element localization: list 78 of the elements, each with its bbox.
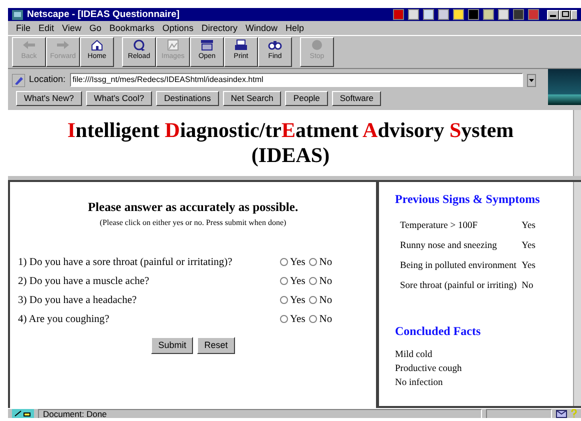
directory-button[interactable]: What's New? — [16, 91, 82, 106]
directory-button[interactable]: What's Cool? — [86, 91, 152, 106]
right-arrow-icon — [55, 39, 71, 52]
reload-icon — [131, 39, 147, 52]
form-heading: Please answer as accurately as possible. — [88, 199, 298, 216]
window-title: Netscape - [IDEAS Questionnaire] — [27, 8, 180, 21]
radio-option[interactable]: No — [309, 252, 332, 272]
page-title: Intelligent Diagnostic/trEatment Advisory System (IDEAS) — [66, 117, 515, 169]
radio-option[interactable]: Yes — [280, 310, 306, 329]
picture-icon — [165, 39, 181, 52]
mail-icon[interactable] — [556, 410, 567, 418]
menu-item[interactable]: Options — [162, 21, 194, 35]
directory-button[interactable]: Destinations — [156, 91, 219, 106]
menu-item[interactable]: Help — [285, 21, 304, 35]
sign-text: Being in polluted environment — [399, 260, 518, 273]
menu-item[interactable]: Go — [89, 21, 102, 35]
section-heading: Concluded Facts — [395, 323, 482, 340]
menu-item[interactable]: File — [16, 21, 31, 35]
question-text: 2) Do you have a muscle ache? — [18, 274, 150, 289]
radio-option[interactable]: Yes — [280, 290, 306, 310]
printer-icon — [233, 39, 249, 52]
section-heading: Previous Signs & Symptoms — [395, 191, 541, 208]
minimize-button[interactable] — [547, 10, 559, 20]
security-key-icon[interactable] — [12, 409, 34, 418]
tray-icon[interactable] — [468, 9, 479, 20]
radio-option[interactable]: No — [309, 290, 332, 310]
directory-button[interactable]: Software — [332, 91, 382, 106]
scrollbar[interactable] — [573, 182, 581, 406]
tray-icon[interactable] — [423, 9, 434, 20]
radio-option[interactable]: No — [309, 310, 332, 329]
instructions-text: (Please click on either yes or no. Press submit when done) — [100, 216, 286, 229]
radio-option[interactable]: Yes — [280, 252, 306, 272]
maximize-button[interactable] — [559, 10, 571, 20]
close-button[interactable] — [571, 10, 577, 20]
fact-text: No infection — [395, 377, 444, 390]
directory-button[interactable]: Net Search — [222, 91, 282, 106]
sign-text: Temperature > 100F — [399, 220, 479, 233]
folder-icon — [199, 39, 215, 52]
answer-text: No — [520, 280, 534, 293]
menu-item[interactable]: Directory — [201, 21, 238, 35]
radio-option[interactable]: Yes — [280, 272, 306, 291]
form-button[interactable]: Submit — [151, 336, 194, 354]
menu-item[interactable]: Bookmarks — [109, 21, 154, 35]
maximize-icon — [562, 10, 568, 17]
tray-icon[interactable] — [498, 9, 509, 20]
answer-text: Yes — [520, 220, 536, 233]
question-text: 4) Are you coughing? — [18, 312, 110, 327]
menu-item[interactable]: View — [62, 21, 82, 35]
app-icon — [12, 10, 23, 20]
tray-icon[interactable] — [453, 9, 464, 20]
location-field[interactable]: file:///Issg_nt/mes/Redecs/IDEAShtml/ideasindex.html — [70, 73, 523, 87]
tray-icon[interactable] — [483, 9, 494, 20]
sign-text: Runny nose and sneezing — [399, 240, 498, 253]
form-button[interactable]: Reset — [197, 336, 235, 354]
tray-icon[interactable] — [408, 9, 419, 20]
question-text: 3) Do you have a headache? — [18, 294, 138, 308]
fact-text: Mild cold — [395, 349, 434, 362]
left-arrow-icon — [21, 39, 37, 52]
sign-text: Sore throat (painful or irriting) — [399, 280, 518, 293]
tray-icon[interactable] — [438, 9, 449, 20]
menu-item[interactable]: Edit — [38, 21, 54, 35]
house-icon — [89, 39, 105, 52]
status-panel — [486, 408, 552, 418]
radio-option[interactable]: No — [309, 272, 332, 291]
logo-icon — [548, 69, 581, 105]
menu-item[interactable]: Window — [245, 21, 278, 35]
scrollbar[interactable] — [573, 110, 581, 176]
answer-text: Yes — [520, 260, 536, 273]
directory-button[interactable]: People — [285, 91, 328, 106]
status-text: Document: Done — [38, 408, 482, 418]
tray-icon[interactable] — [513, 9, 524, 20]
question-text: 1) Do you have a sore throat (painful or irritating)? — [18, 256, 234, 270]
answer-text: Yes — [520, 240, 536, 253]
location-label: Location: — [29, 73, 66, 86]
binoculars-icon — [267, 39, 283, 52]
stop-icon — [309, 39, 325, 52]
fact-text: Productive cough — [395, 363, 463, 376]
bookmark-icon[interactable] — [12, 74, 25, 86]
